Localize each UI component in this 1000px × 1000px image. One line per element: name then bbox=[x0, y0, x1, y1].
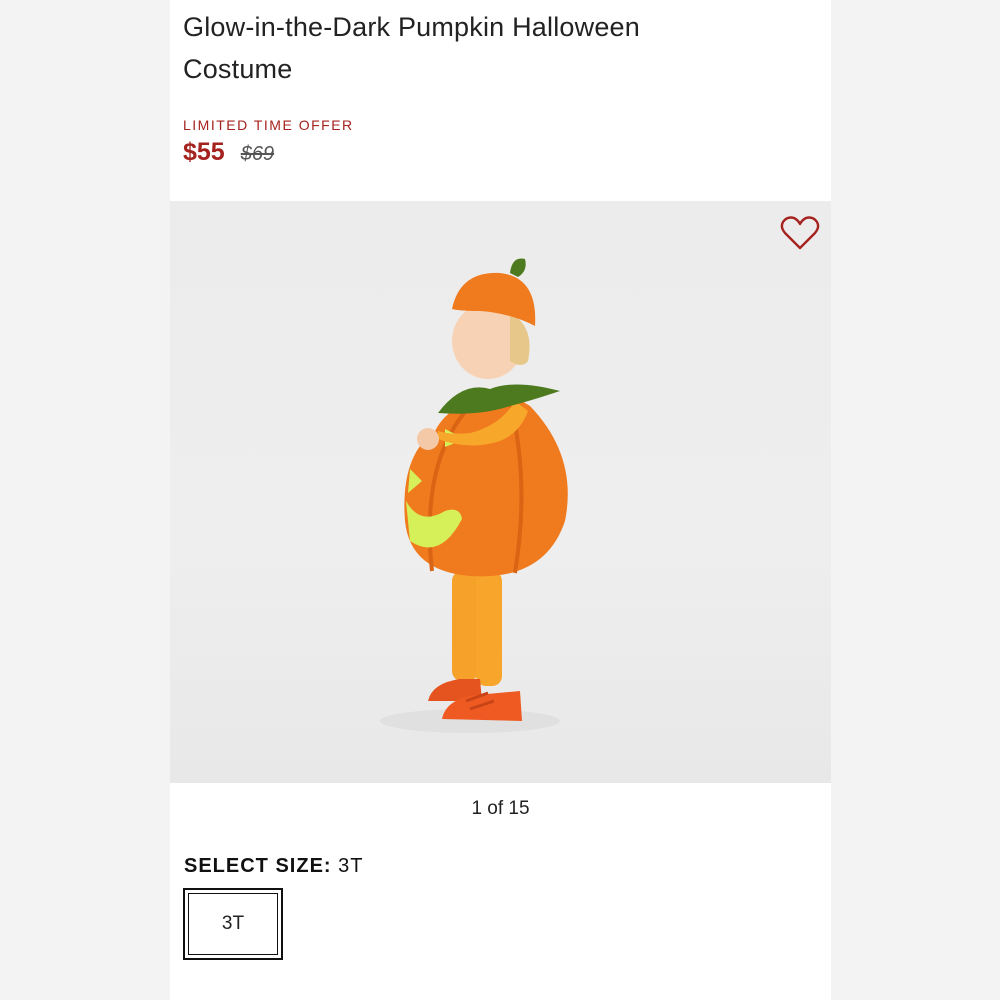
original-price: $69 bbox=[240, 143, 275, 165]
leg-front bbox=[476, 571, 502, 686]
product-image-gallery[interactable] bbox=[170, 201, 831, 783]
page-background: Glow-in-the-Dark Pumpkin Halloween Costu… bbox=[0, 0, 1000, 1000]
price-row: $55 $69 bbox=[183, 138, 274, 167]
product-title-line2: Costume bbox=[183, 54, 293, 84]
select-size-heading: SELECT SIZE: bbox=[184, 855, 332, 877]
selected-size-value: 3T bbox=[338, 855, 364, 877]
heart-outline-icon[interactable] bbox=[780, 215, 820, 251]
product-title: Glow-in-the-Dark Pumpkin Halloween Costu… bbox=[183, 6, 783, 90]
product-card: Glow-in-the-Dark Pumpkin Halloween Costu… bbox=[170, 0, 831, 1000]
size-option-3t[interactable]: 3T bbox=[183, 888, 283, 960]
select-size-label: SELECT SIZE: 3T bbox=[184, 855, 363, 878]
hands bbox=[417, 428, 439, 450]
limited-offer-label: LIMITED TIME OFFER bbox=[183, 117, 354, 133]
image-counter: 1 of 15 bbox=[471, 798, 530, 819]
hat-stem bbox=[510, 258, 526, 277]
leg-back bbox=[452, 571, 478, 681]
product-photo bbox=[380, 258, 568, 733]
product-title-line1: Glow-in-the-Dark Pumpkin Halloween bbox=[183, 12, 640, 42]
sale-price: $55 bbox=[183, 138, 225, 166]
